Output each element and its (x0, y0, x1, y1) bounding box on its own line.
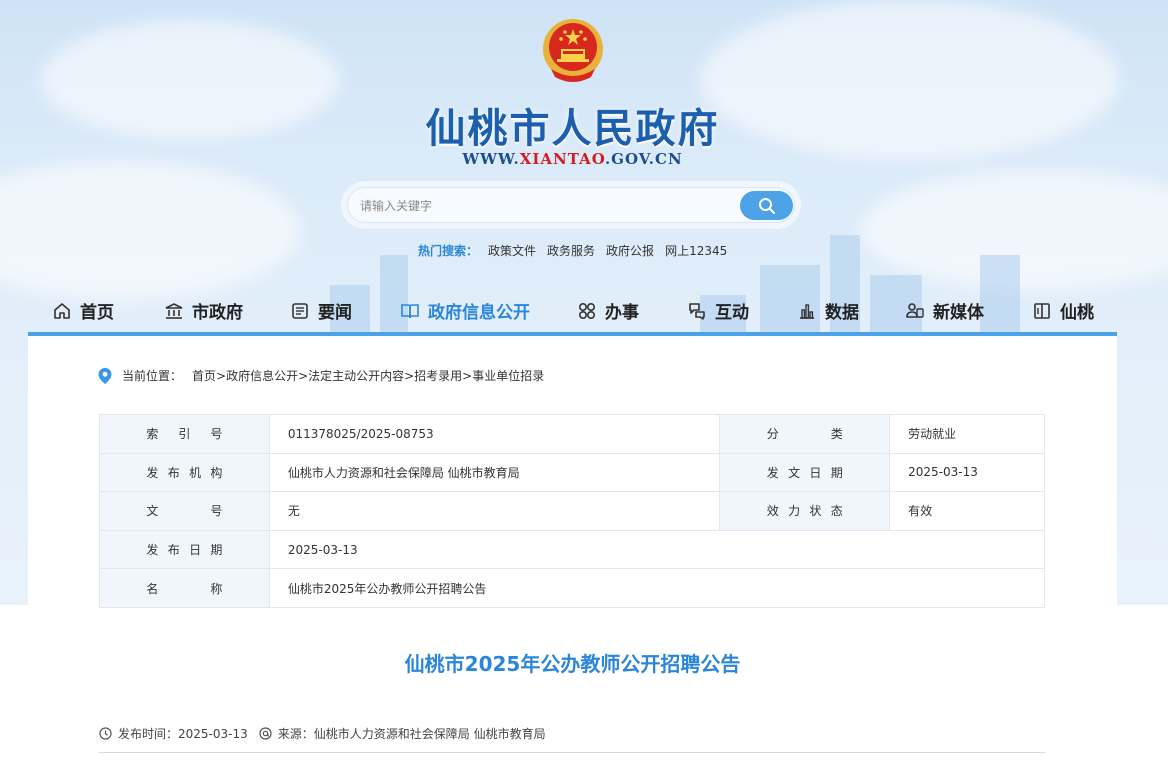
publisher-value: 仙桃市人力资源和社会保障局 仙桃市教育局 (268, 452, 721, 493)
bar-chart-icon (800, 303, 814, 319)
publish-time-value: 2025-03-13 (178, 726, 248, 741)
site-url: WWW.XIANTAO.GOV.CN (0, 150, 1145, 168)
doc-no-label: 文 号 (99, 491, 270, 531)
search-input[interactable] (360, 196, 720, 216)
site-url-prefix: WWW. (462, 150, 520, 168)
clock-icon (99, 727, 112, 740)
location-pin-icon (98, 367, 112, 384)
issue-date-value: 2025-03-13 (889, 452, 1045, 493)
hot-search-link[interactable]: 政策文件 (488, 244, 536, 258)
main-nav: 首页 市政府 要闻 政府信息公开 办事 互动 数据 新媒体 仙桃 (28, 285, 1118, 333)
name-value: 仙桃市2025年公办教师公开招聘公告 (268, 568, 1046, 608)
nav-label: 要闻 (318, 303, 352, 323)
nav-item-home[interactable]: 首页 (52, 298, 114, 323)
news-icon (292, 302, 308, 319)
nav-item-data[interactable]: 数据 (797, 298, 859, 323)
hot-search: 热门搜索： 政策文件 政务服务 政府公报 网上12345 (418, 242, 738, 259)
nav-label: 互动 (715, 303, 749, 323)
nav-label: 市政府 (192, 303, 243, 323)
source-label: 来源： (277, 727, 314, 741)
national-emblem-icon (543, 19, 603, 82)
validity-label: 效 力 状 态 (719, 491, 891, 531)
grid-icon (578, 302, 596, 319)
hot-search-link[interactable]: 网上12345 (665, 244, 727, 258)
document-info-table: 索 引 号 011378025/2025-08753 分 类 劳动就业 发 布 … (99, 414, 1046, 608)
hot-search-link[interactable]: 政府公报 (606, 244, 654, 258)
nav-item-city-government[interactable]: 市政府 (164, 298, 243, 323)
publish-time-label: 发布时间： (118, 727, 179, 741)
nav-label: 办事 (605, 303, 639, 323)
source-at-icon (259, 727, 272, 740)
nav-item-new-media[interactable]: 新媒体 (905, 298, 984, 323)
index-no-value: 011378025/2025-08753 (268, 414, 721, 454)
nav-item-gov-info[interactable]: 政府信息公开 (400, 298, 530, 323)
issue-date-label: 发 文 日 期 (719, 452, 891, 493)
search-icon (758, 197, 775, 214)
table-row: 索 引 号 011378025/2025-08753 分 类 劳动就业 (99, 414, 1045, 454)
divider (99, 752, 1045, 753)
publisher-label: 发 布 机 构 (99, 452, 270, 493)
nav-item-news[interactable]: 要闻 (290, 298, 352, 323)
interaction-icon (689, 302, 705, 320)
nav-item-interaction[interactable]: 互动 (687, 298, 749, 323)
validity-value: 有效 (889, 491, 1045, 531)
nav-label: 数据 (825, 303, 859, 323)
table-row: 发 布 日 期 2025-03-13 (99, 529, 1046, 570)
nav-label: 首页 (80, 303, 114, 323)
site-title: 仙桃市人民政府 (425, 106, 720, 152)
breadcrumb: 当前位置： 首页>政府信息公开>法定主动公开内容>招考录用>事业单位招录 (98, 367, 544, 384)
nav-item-services[interactable]: 办事 (577, 298, 639, 323)
table-row: 发 布 机 构 仙桃市人力资源和社会保障局 仙桃市教育局 发 文 日 期 202… (99, 452, 1045, 493)
nav-label: 仙桃 (1060, 303, 1094, 323)
xiantao-book-icon (1034, 302, 1050, 319)
nav-label: 政府信息公开 (428, 303, 530, 323)
search-button[interactable] (740, 191, 793, 220)
article-title: 仙桃市2025年公办教师公开招聘公告 (404, 652, 741, 676)
nav-item-xiantao[interactable]: 仙桃 (1032, 298, 1094, 323)
publish-date-value: 2025-03-13 (268, 529, 1046, 570)
table-row: 文 号 无 效 力 状 态 有效 (99, 491, 1045, 531)
article-meta: 发布时间： 2025-03-13 来源： 仙桃市人力资源和社会保障局 仙桃市教育… (99, 725, 546, 742)
category-label: 分 类 (719, 414, 891, 454)
doc-no-value: 无 (268, 491, 721, 531)
index-no-label: 索 引 号 (99, 414, 270, 454)
hot-search-link[interactable]: 政务服务 (547, 244, 595, 258)
table-row: 名 称 仙桃市2025年公办教师公开招聘公告 (99, 568, 1046, 608)
site-url-suffix: .GOV.CN (604, 150, 683, 168)
site-url-highlight: XIANTAO (519, 150, 605, 168)
publish-date-label: 发 布 日 期 (99, 529, 270, 570)
category-value: 劳动就业 (889, 414, 1045, 454)
media-icon (906, 302, 924, 318)
book-icon (401, 303, 419, 318)
breadcrumb-path[interactable]: 首页>政府信息公开>法定主动公开内容>招考录用>事业单位招录 (192, 367, 544, 384)
breadcrumb-label: 当前位置： (122, 369, 183, 383)
home-icon (54, 302, 70, 319)
hot-search-label: 热门搜索： (418, 244, 479, 258)
nav-label: 新媒体 (933, 303, 984, 323)
source-value: 仙桃市人力资源和社会保障局 仙桃市教育局 (313, 727, 546, 741)
name-label: 名 称 (99, 568, 270, 608)
government-building-icon (165, 302, 183, 319)
search-box (347, 187, 795, 223)
